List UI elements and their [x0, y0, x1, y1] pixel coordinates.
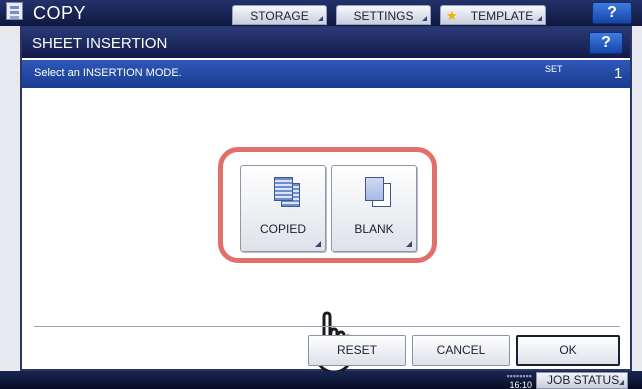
- tab-storage[interactable]: STORAGE: [232, 5, 327, 25]
- blank-mode-button[interactable]: BLANK: [331, 165, 417, 252]
- reset-button[interactable]: RESET: [308, 335, 406, 366]
- submenu-corner-icon: [422, 16, 427, 21]
- tab-template-label: TEMPLATE: [470, 9, 534, 23]
- clock-time: 16:10: [509, 380, 532, 389]
- tab-settings-label: SETTINGS: [353, 9, 414, 23]
- background-panel-left: [0, 26, 20, 371]
- top-bar: COPY STORAGE SETTINGS ★ TEMPLATE ?: [0, 0, 642, 26]
- clock: ▪▪▪▪▪▪▪▪ 16:10: [470, 371, 532, 389]
- tab-storage-label: STORAGE: [250, 9, 309, 23]
- help-button[interactable]: ?: [589, 32, 623, 54]
- copied-mode-button[interactable]: COPIED: [240, 165, 326, 252]
- instruction-text: Select an INSERTION MODE.: [34, 67, 182, 79]
- blank-label: BLANK: [354, 222, 394, 236]
- set-count: 1: [614, 65, 623, 82]
- copied-sheet-icon: [271, 177, 301, 207]
- app-title: COPY: [33, 3, 87, 23]
- star-icon: ★: [446, 8, 458, 23]
- dialog-header: SHEET INSERTION ?: [22, 28, 630, 58]
- copy-app-icon: [6, 2, 23, 20]
- ok-button[interactable]: OK: [516, 335, 620, 366]
- dialog-content: COPIED BLANK RESET CANCEL OK: [22, 88, 630, 374]
- submenu-corner-icon: [619, 380, 624, 385]
- submenu-corner-icon: [315, 241, 321, 247]
- dialog-title: SHEET INSERTION: [32, 35, 168, 52]
- job-status-label: JOB STATUS: [547, 373, 620, 387]
- message-bar: Select an INSERTION MODE. SET 1: [22, 60, 630, 88]
- copied-label: COPIED: [259, 222, 306, 236]
- status-bar: ▪▪▪▪▪▪▪▪ 16:10 JOB STATUS: [0, 371, 642, 389]
- divider: [34, 326, 620, 327]
- blank-sheet-icon: [362, 177, 392, 207]
- sheet-insertion-dialog: SHEET INSERTION ? Select an INSERTION MO…: [20, 26, 632, 374]
- job-status-button[interactable]: JOB STATUS: [536, 372, 628, 389]
- set-label: SET: [545, 64, 563, 74]
- submenu-corner-icon: [406, 241, 412, 247]
- submenu-corner-icon: [318, 16, 323, 21]
- tab-settings[interactable]: SETTINGS: [336, 5, 431, 25]
- submenu-corner-icon: [537, 16, 542, 21]
- background-panel-right: [632, 26, 642, 371]
- help-button-top[interactable]: ?: [592, 2, 632, 24]
- cancel-button[interactable]: CANCEL: [412, 335, 510, 366]
- tab-template[interactable]: ★ TEMPLATE: [440, 5, 546, 25]
